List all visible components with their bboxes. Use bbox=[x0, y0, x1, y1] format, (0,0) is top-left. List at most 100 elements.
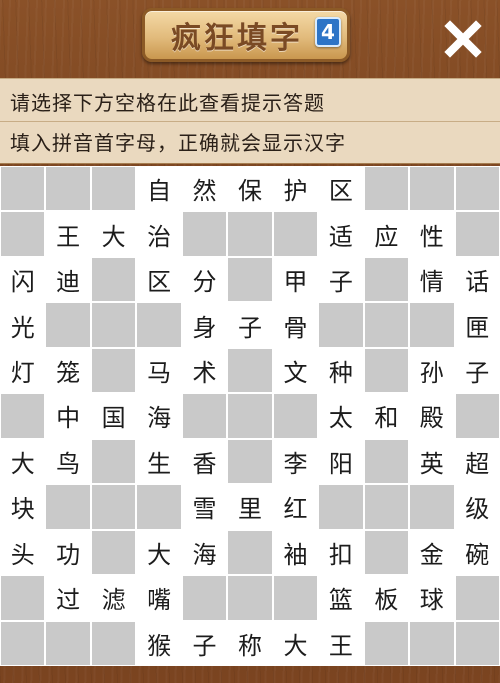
grid-cell-empty[interactable] bbox=[228, 394, 272, 438]
grid-cell-letter[interactable]: 里 bbox=[228, 485, 272, 529]
grid-cell-empty[interactable] bbox=[273, 212, 318, 256]
grid-cell-letter[interactable]: 自 bbox=[137, 167, 181, 211]
grid-cell-letter[interactable]: 匣 bbox=[455, 303, 499, 347]
grid-cell-letter[interactable]: 超 bbox=[455, 439, 499, 484]
grid-cell-letter[interactable]: 英 bbox=[410, 439, 454, 484]
grid-cell-empty[interactable] bbox=[455, 576, 499, 620]
grid-cell-empty[interactable] bbox=[273, 576, 318, 620]
grid-cell-letter[interactable]: 灯 bbox=[1, 348, 45, 393]
grid-cell-letter[interactable]: 雪 bbox=[182, 485, 227, 529]
grid-cell-empty[interactable] bbox=[410, 621, 454, 665]
grid-cell-empty[interactable] bbox=[228, 439, 272, 484]
grid-cell-letter[interactable]: 头 bbox=[1, 530, 45, 575]
grid-cell-letter[interactable]: 子 bbox=[319, 257, 363, 302]
grid-cell-letter[interactable]: 子 bbox=[455, 348, 499, 393]
grid-cell-empty[interactable] bbox=[91, 257, 136, 302]
grid-cell-letter[interactable]: 区 bbox=[137, 257, 181, 302]
grid-cell-letter[interactable]: 金 bbox=[410, 530, 454, 575]
grid-cell-empty[interactable] bbox=[364, 621, 409, 665]
grid-cell-letter[interactable]: 甲 bbox=[273, 257, 318, 302]
grid-cell-empty[interactable] bbox=[91, 485, 136, 529]
grid-cell-empty[interactable] bbox=[410, 167, 454, 211]
grid-cell-letter[interactable]: 滤 bbox=[91, 576, 136, 620]
grid-cell-letter[interactable]: 大 bbox=[137, 530, 181, 575]
grid-cell-letter[interactable]: 区 bbox=[319, 167, 363, 211]
grid-cell-letter[interactable]: 过 bbox=[46, 576, 90, 620]
grid-cell-empty[interactable] bbox=[91, 621, 136, 665]
grid-cell-empty[interactable] bbox=[273, 394, 318, 438]
grid-cell-empty[interactable] bbox=[319, 303, 363, 347]
grid-cell-letter[interactable]: 阳 bbox=[319, 439, 363, 484]
grid-cell-letter[interactable]: 应 bbox=[364, 212, 409, 256]
grid-cell-letter[interactable]: 球 bbox=[410, 576, 454, 620]
close-button[interactable] bbox=[438, 14, 488, 64]
grid-cell-empty[interactable] bbox=[364, 303, 409, 347]
grid-cell-letter[interactable]: 中 bbox=[46, 394, 90, 438]
grid-cell-empty[interactable] bbox=[410, 303, 454, 347]
grid-cell-letter[interactable]: 级 bbox=[455, 485, 499, 529]
grid-cell-letter[interactable]: 功 bbox=[46, 530, 90, 575]
grid-cell-letter[interactable]: 生 bbox=[137, 439, 181, 484]
grid-cell-letter[interactable]: 种 bbox=[319, 348, 363, 393]
grid-cell-empty[interactable] bbox=[228, 212, 272, 256]
grid-cell-empty[interactable] bbox=[91, 167, 136, 211]
grid-cell-letter[interactable]: 王 bbox=[319, 621, 363, 665]
grid-cell-empty[interactable] bbox=[46, 621, 90, 665]
grid-cell-letter[interactable]: 性 bbox=[410, 212, 454, 256]
grid-cell-empty[interactable] bbox=[228, 348, 272, 393]
grid-cell-empty[interactable] bbox=[364, 348, 409, 393]
grid-cell-empty[interactable] bbox=[455, 212, 499, 256]
grid-cell-letter[interactable]: 碗 bbox=[455, 530, 499, 575]
grid-cell-letter[interactable]: 治 bbox=[137, 212, 181, 256]
grid-cell-empty[interactable] bbox=[228, 257, 272, 302]
grid-cell-letter[interactable]: 笼 bbox=[46, 348, 90, 393]
grid-cell-letter[interactable]: 殿 bbox=[410, 394, 454, 438]
grid-cell-letter[interactable]: 身 bbox=[182, 303, 227, 347]
grid-cell-letter[interactable]: 香 bbox=[182, 439, 227, 484]
grid-cell-empty[interactable] bbox=[455, 621, 499, 665]
grid-cell-letter[interactable]: 保 bbox=[228, 167, 272, 211]
grid-cell-letter[interactable]: 扣 bbox=[319, 530, 363, 575]
grid-cell-letter[interactable]: 海 bbox=[182, 530, 227, 575]
grid-cell-empty[interactable] bbox=[46, 485, 90, 529]
grid-cell-empty[interactable] bbox=[182, 576, 227, 620]
grid-cell-letter[interactable]: 闪 bbox=[1, 257, 45, 302]
grid-cell-empty[interactable] bbox=[182, 212, 227, 256]
grid-cell-letter[interactable]: 称 bbox=[228, 621, 272, 665]
grid-cell-empty[interactable] bbox=[91, 530, 136, 575]
grid-cell-letter[interactable]: 术 bbox=[182, 348, 227, 393]
grid-cell-letter[interactable]: 李 bbox=[273, 439, 318, 484]
grid-cell-letter[interactable]: 马 bbox=[137, 348, 181, 393]
grid-cell-empty[interactable] bbox=[410, 485, 454, 529]
grid-cell-letter[interactable]: 袖 bbox=[273, 530, 318, 575]
grid-cell-letter[interactable]: 太 bbox=[319, 394, 363, 438]
grid-cell-empty[interactable] bbox=[364, 485, 409, 529]
grid-cell-letter[interactable]: 情 bbox=[410, 257, 454, 302]
grid-cell-empty[interactable] bbox=[91, 348, 136, 393]
grid-cell-empty[interactable] bbox=[137, 485, 181, 529]
grid-cell-empty[interactable] bbox=[1, 394, 45, 438]
grid-cell-letter[interactable]: 话 bbox=[455, 257, 499, 302]
grid-cell-letter[interactable]: 子 bbox=[182, 621, 227, 665]
grid-cell-letter[interactable]: 红 bbox=[273, 485, 318, 529]
grid-cell-letter[interactable]: 篮 bbox=[319, 576, 363, 620]
grid-cell-empty[interactable] bbox=[1, 621, 45, 665]
grid-cell-letter[interactable]: 光 bbox=[1, 303, 45, 347]
grid-cell-letter[interactable]: 子 bbox=[228, 303, 272, 347]
grid-cell-letter[interactable]: 国 bbox=[91, 394, 136, 438]
grid-cell-empty[interactable] bbox=[455, 394, 499, 438]
grid-cell-empty[interactable] bbox=[455, 167, 499, 211]
grid-cell-letter[interactable]: 文 bbox=[273, 348, 318, 393]
grid-cell-empty[interactable] bbox=[137, 303, 181, 347]
grid-cell-letter[interactable]: 大 bbox=[1, 439, 45, 484]
grid-cell-letter[interactable]: 大 bbox=[273, 621, 318, 665]
grid-cell-empty[interactable] bbox=[364, 439, 409, 484]
grid-cell-letter[interactable]: 骨 bbox=[273, 303, 318, 347]
grid-cell-letter[interactable]: 护 bbox=[273, 167, 318, 211]
grid-cell-letter[interactable]: 海 bbox=[137, 394, 181, 438]
grid-cell-letter[interactable]: 孙 bbox=[410, 348, 454, 393]
grid-cell-letter[interactable]: 迪 bbox=[46, 257, 90, 302]
grid-cell-empty[interactable] bbox=[228, 576, 272, 620]
grid-cell-letter[interactable]: 大 bbox=[91, 212, 136, 256]
grid-cell-empty[interactable] bbox=[364, 257, 409, 302]
